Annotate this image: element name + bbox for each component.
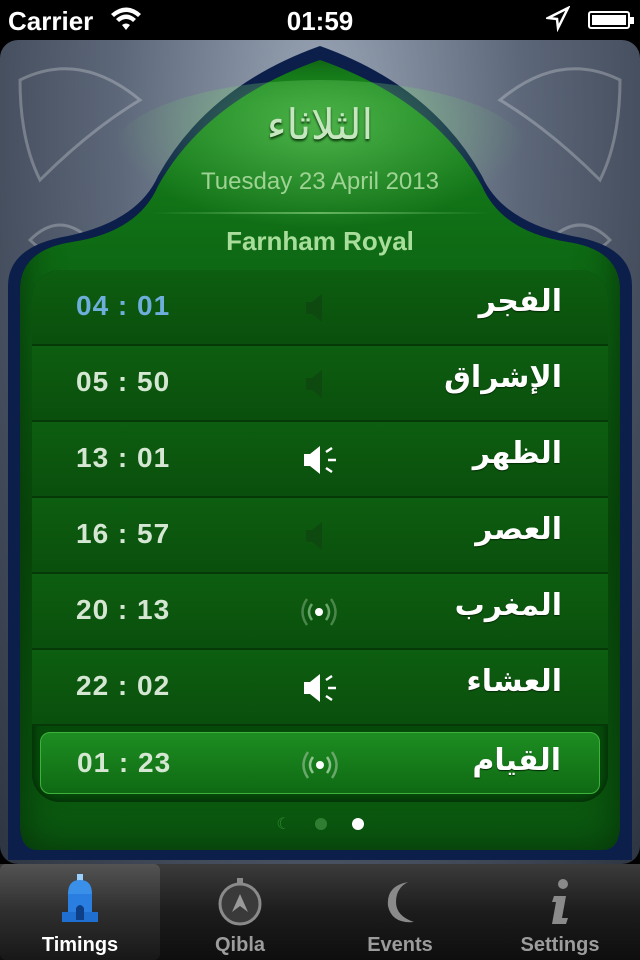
speaker-on-icon[interactable] [294, 668, 344, 708]
date-label: Tuesday 23 April 2013 [201, 168, 439, 195]
battery-icon [588, 11, 634, 29]
location-label[interactable]: Farnham Royal [0, 226, 640, 257]
prayer-row-dhuhr[interactable]: 13 : 01 الظهر [32, 422, 608, 498]
prayer-name: القيام [472, 743, 561, 778]
tab-events[interactable]: Events [320, 864, 480, 960]
radio-wave-icon[interactable] [295, 745, 345, 785]
prayer-row-maghrib[interactable]: 20 : 13 المغرب [32, 574, 608, 650]
day-name-arabic: الثلاثاء [266, 100, 374, 149]
prayer-name: الفجر [478, 284, 562, 319]
status-bar: Carrier 01:59 [0, 0, 640, 40]
prayer-time: 22 : 02 [76, 670, 171, 701]
tab-label: Timings [41, 934, 119, 956]
speaker-on-icon[interactable] [294, 440, 344, 480]
tab-label: Settings [520, 934, 600, 956]
prayer-time: 20 : 13 [76, 594, 171, 625]
prayer-name: العشاء [466, 664, 562, 699]
tab-settings[interactable]: Settings [480, 864, 640, 960]
prayer-row-qiyam[interactable]: 01 : 23 القيام [40, 732, 600, 794]
page-dot[interactable] [315, 818, 328, 830]
prayer-name: المغرب [454, 588, 562, 623]
tab-timings[interactable]: Timings [0, 864, 160, 960]
prayer-name: الإشراق [444, 360, 562, 395]
location-arrow-icon [543, 5, 571, 39]
tab-label: Events [367, 934, 433, 956]
prayer-time: 13 : 01 [76, 442, 171, 473]
prayer-time: 04 : 01 [76, 290, 171, 321]
prayer-name: الظهر [472, 436, 562, 471]
prayer-row-ishraq[interactable]: 05 : 50 الإشراق [32, 346, 608, 422]
prayer-row-isha[interactable]: 22 : 02 العشاء [32, 650, 608, 726]
tab-qibla[interactable]: Qibla [160, 864, 320, 960]
prayer-time: 05 : 50 [76, 366, 171, 397]
info-icon [552, 879, 568, 924]
crescent-icon [387, 882, 414, 923]
page-dot-active[interactable] [351, 818, 364, 830]
prayer-row-fajr[interactable]: 04 : 01 الفجر [32, 270, 608, 346]
compass-icon [218, 878, 262, 926]
speaker-muted-icon[interactable] [294, 516, 344, 556]
prayer-times-table: 04 : 01 الفجر 05 : 50 الإشراق 13 : 01 ال… [32, 270, 608, 802]
radio-wave-icon[interactable] [294, 592, 344, 632]
clock-time: 01:59 [286, 6, 354, 36]
page-indicator[interactable]: ☾ [0, 814, 640, 834]
speaker-muted-icon[interactable] [294, 288, 344, 328]
prayer-name: العصر [475, 512, 562, 547]
mosque-icon [62, 874, 98, 922]
crescent-page-icon[interactable]: ☾ [276, 814, 290, 834]
tab-label: Qibla [214, 934, 265, 956]
speaker-muted-icon[interactable] [294, 364, 344, 404]
prayer-row-asr[interactable]: 16 : 57 العصر [32, 498, 608, 574]
prayer-time: 01 : 23 [77, 747, 172, 778]
header-divider [150, 212, 490, 214]
tab-bar: Timings Qibla Events Settings [0, 864, 640, 960]
prayer-time: 16 : 57 [76, 518, 171, 549]
